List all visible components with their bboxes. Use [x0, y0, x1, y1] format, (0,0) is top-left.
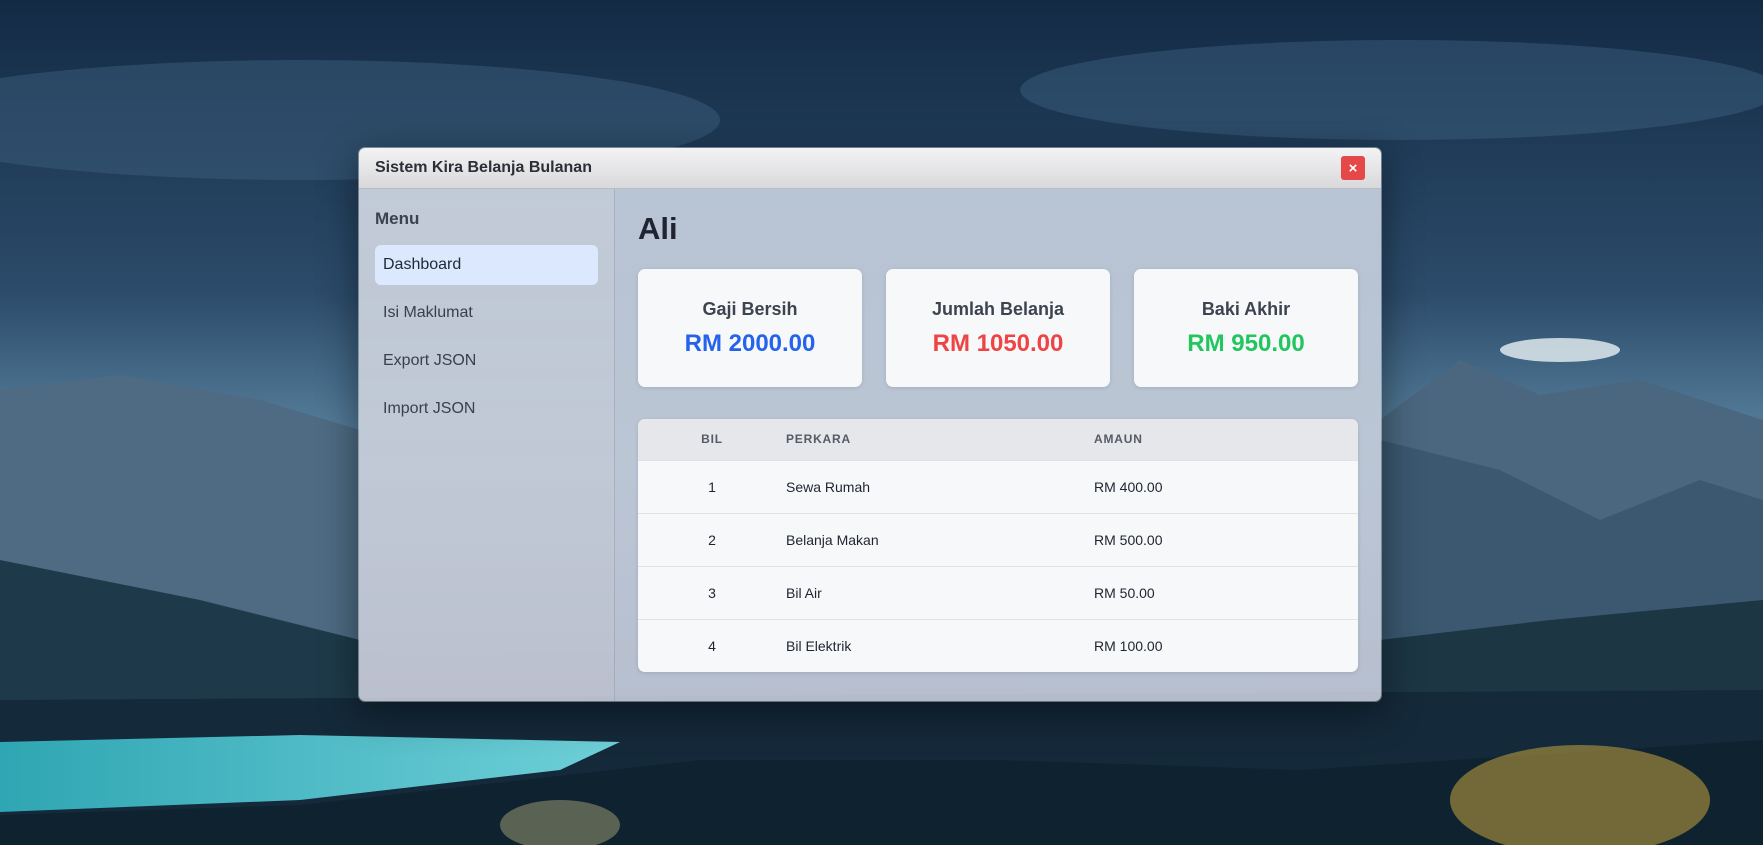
table-row: 4 Bil Elektrik RM 100.00: [638, 619, 1358, 672]
cell-perkara: Bil Air: [786, 584, 822, 601]
card-label: Jumlah Belanja: [931, 298, 1065, 319]
cell-amaun: RM 100.00: [1094, 637, 1163, 654]
cell-perkara: Bil Elektrik: [786, 637, 852, 654]
expense-table: BIL PERKARA AMAUN 1 Sewa Rumah RM 400.00…: [638, 419, 1358, 672]
card-value: RM 2000.00: [684, 329, 816, 357]
sidebar-item-label: Import JSON: [383, 400, 476, 417]
card-jumlah-belanja: Jumlah Belanja RM 1050.00: [886, 269, 1110, 387]
window-titlebar[interactable]: Sistem Kira Belanja Bulanan ×: [359, 148, 1381, 189]
sidebar: Menu Dashboard Isi Maklumat Export JSON …: [359, 189, 615, 701]
card-value: RM 1050.00: [932, 329, 1064, 357]
cell-perkara: Sewa Rumah: [786, 478, 871, 495]
sidebar-item-export-json[interactable]: Export JSON: [375, 341, 598, 381]
cell-bil: 4: [708, 637, 716, 654]
sidebar-item-isi-maklumat[interactable]: Isi Maklumat: [375, 293, 598, 333]
page-title: Ali: [638, 211, 678, 246]
card-label: Gaji Bersih: [702, 298, 798, 319]
close-button[interactable]: ×: [1341, 156, 1365, 180]
cell-amaun: RM 400.00: [1094, 478, 1163, 495]
card-label: Baki Akhir: [1201, 298, 1291, 319]
sidebar-item-label: Dashboard: [383, 256, 462, 273]
cell-bil: 2: [708, 531, 716, 548]
sidebar-item-import-json[interactable]: Import JSON: [375, 389, 598, 429]
table-row: 3 Bil Air RM 50.00: [638, 566, 1358, 619]
table-row: 1 Sewa Rumah RM 400.00: [638, 460, 1358, 513]
card-gaji-bersih: Gaji Bersih RM 2000.00: [638, 269, 862, 387]
sidebar-title: Menu: [375, 209, 420, 228]
sidebar-item-label: Isi Maklumat: [383, 304, 473, 321]
app-window: Sistem Kira Belanja Bulanan × Menu Dashb…: [358, 147, 1382, 702]
window-title: Sistem Kira Belanja Bulanan: [375, 159, 592, 176]
main-content: Ali Gaji Bersih RM 2000.00 Jumlah Belanj…: [615, 189, 1381, 701]
column-header-bil: BIL: [701, 432, 723, 447]
column-header-perkara: PERKARA: [786, 432, 851, 447]
summary-cards: Gaji Bersih RM 2000.00 Jumlah Belanja RM…: [638, 269, 1358, 387]
sidebar-item-dashboard[interactable]: Dashboard: [375, 245, 598, 285]
close-icon: ×: [1348, 159, 1358, 177]
cell-amaun: RM 500.00: [1094, 531, 1163, 548]
card-value: RM 950.00: [1187, 329, 1305, 357]
cell-perkara: Belanja Makan: [786, 531, 879, 548]
cell-amaun: RM 50.00: [1094, 584, 1155, 601]
table-row: 2 Belanja Makan RM 500.00: [638, 513, 1358, 566]
column-header-amaun: AMAUN: [1094, 432, 1143, 447]
table-header-row: BIL PERKARA AMAUN: [638, 419, 1358, 460]
card-baki-akhir: Baki Akhir RM 950.00: [1134, 269, 1358, 387]
cell-bil: 1: [708, 478, 716, 495]
sidebar-item-label: Export JSON: [383, 352, 477, 369]
cell-bil: 3: [708, 584, 716, 601]
